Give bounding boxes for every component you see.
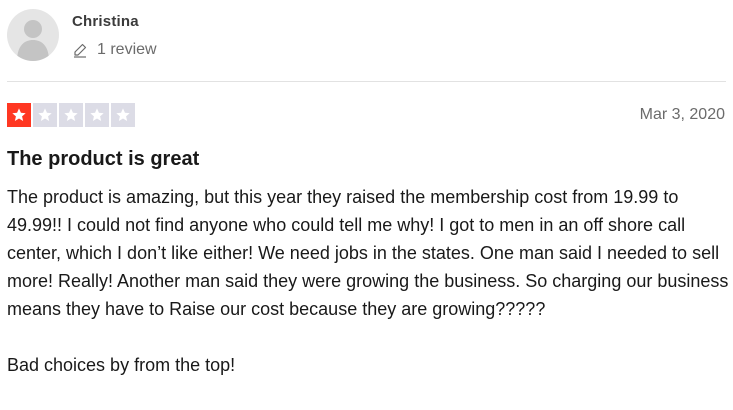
review-title[interactable]: The product is great <box>7 145 199 173</box>
star-empty-icon <box>85 103 109 127</box>
star-filled-icon <box>7 103 31 127</box>
reviewer-info: Christina 1 review <box>72 12 157 60</box>
star-empty-icon <box>33 103 57 127</box>
star-rating <box>7 103 135 127</box>
review-count: 1 review <box>72 40 157 60</box>
star-empty-icon <box>111 103 135 127</box>
reviewer-name[interactable]: Christina <box>72 12 157 32</box>
pencil-icon <box>72 42 88 58</box>
star-empty-icon <box>59 103 83 127</box>
review-paragraph: The product is amazing, but this year th… <box>7 187 729 319</box>
review-body: The product is amazing, but this year th… <box>7 183 729 379</box>
review-count-label: 1 review <box>97 41 157 58</box>
user-silhouette-icon <box>17 20 49 61</box>
divider <box>7 81 726 82</box>
review-card: Christina 1 review Mar 3, 2020 The produ… <box>0 0 733 410</box>
review-paragraph: Bad choices by from the top! <box>7 355 236 375</box>
review-date: Mar 3, 2020 <box>639 106 725 123</box>
avatar[interactable] <box>7 9 59 61</box>
reviewer-header: Christina 1 review <box>7 9 157 61</box>
